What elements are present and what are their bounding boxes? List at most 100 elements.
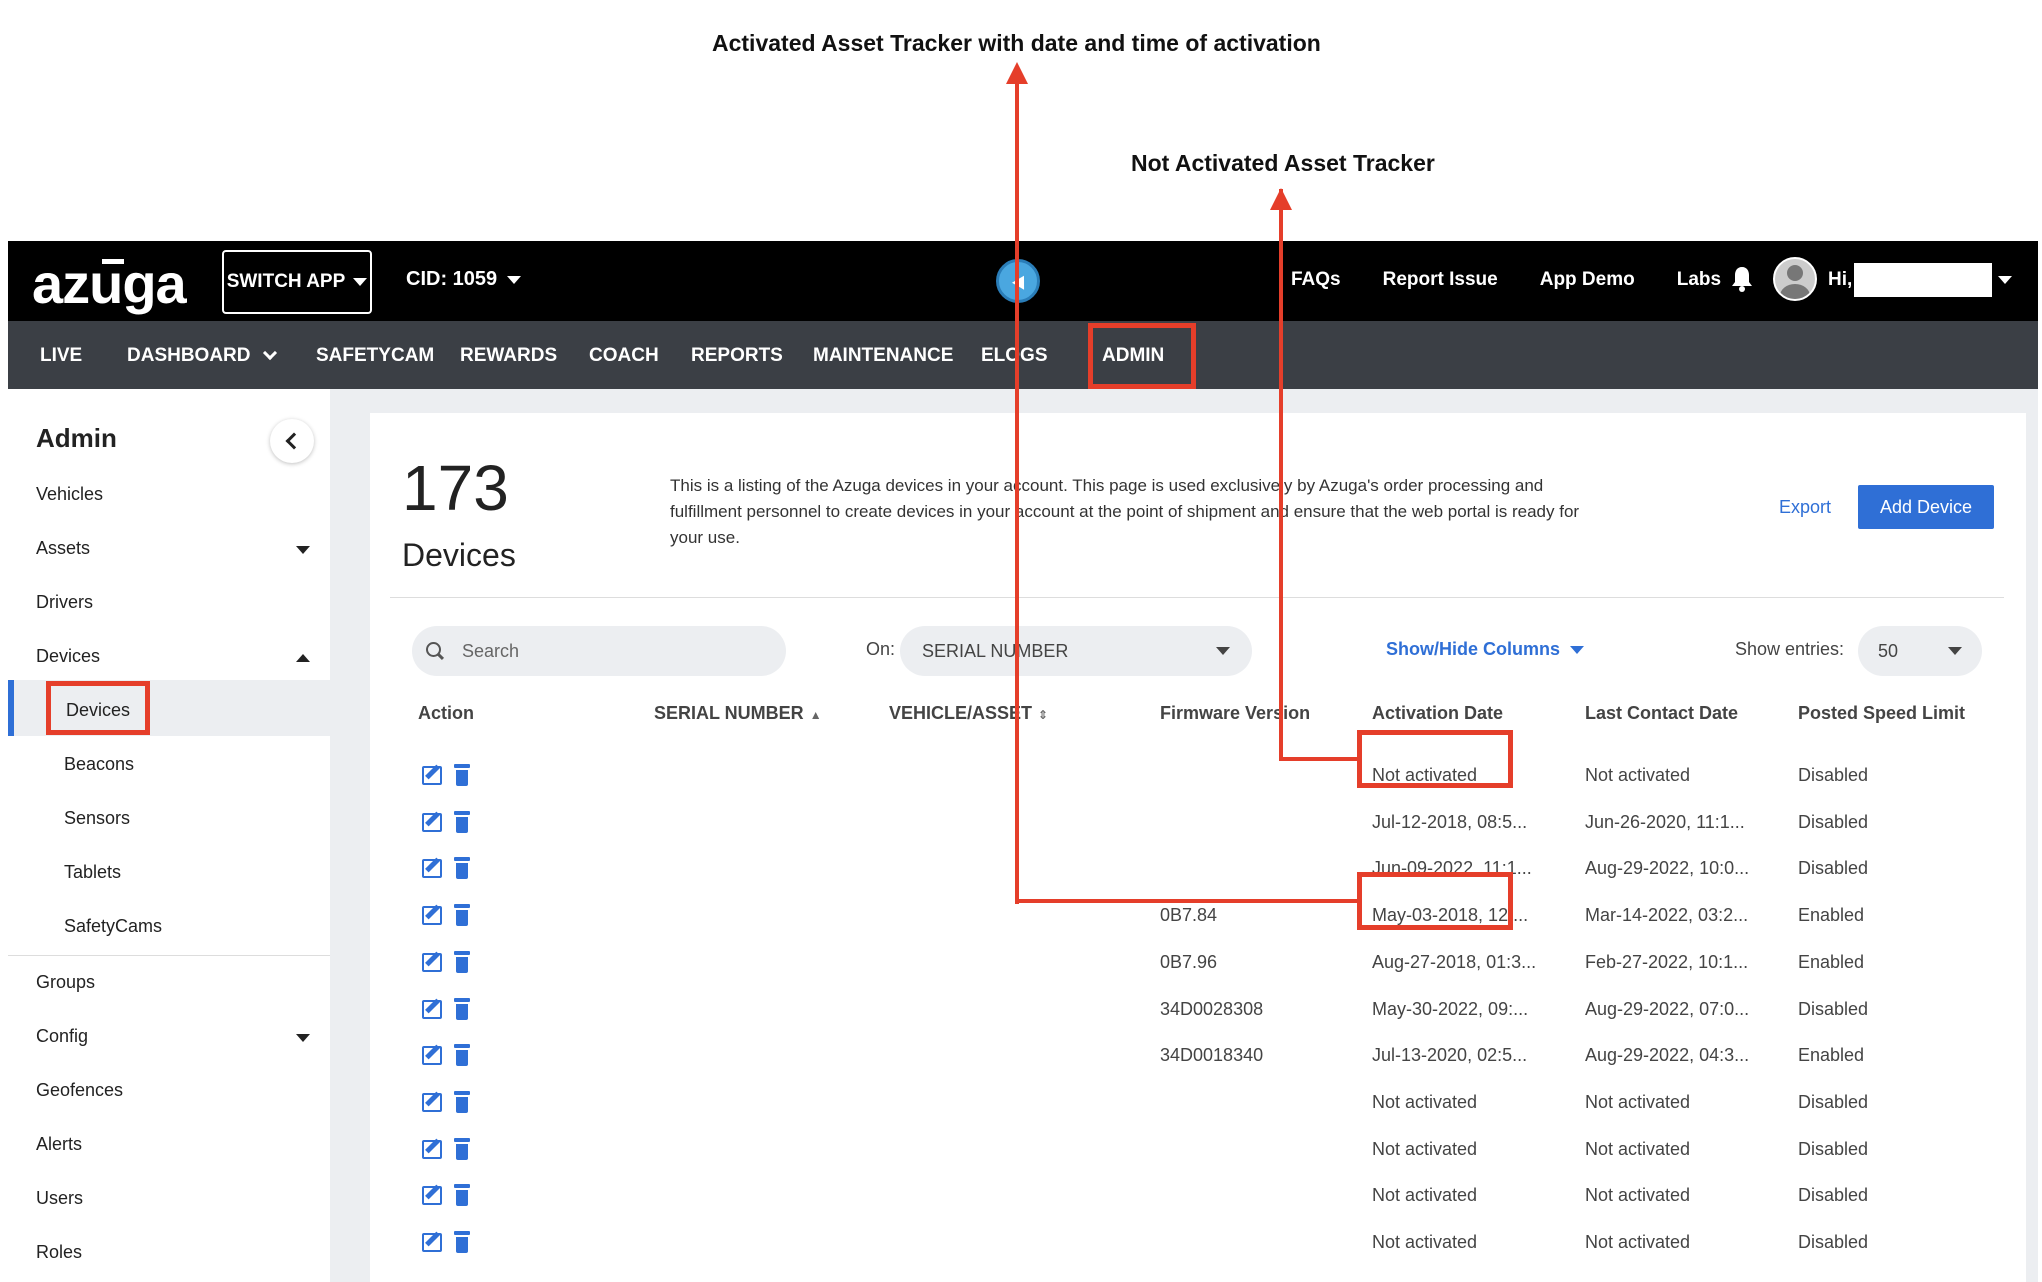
delete-icon[interactable]: [454, 810, 470, 833]
edit-icon[interactable]: [422, 906, 442, 926]
report-issue-link[interactable]: Report Issue: [1383, 269, 1498, 291]
caret-down-icon: [1948, 647, 1962, 655]
edit-icon[interactable]: [422, 859, 442, 879]
faqs-link[interactable]: FAQs: [1291, 269, 1341, 291]
delete-icon[interactable]: [454, 997, 470, 1020]
nav-dashboard[interactable]: DASHBOARD: [127, 345, 277, 367]
labs-link[interactable]: Labs: [1677, 269, 1721, 291]
cell-last-contact-date: Not activated: [1585, 765, 1691, 785]
sidebar-item-vehicles[interactable]: Vehicles: [36, 484, 103, 505]
edit-icon[interactable]: [422, 1092, 442, 1112]
caret-down-icon: [353, 278, 368, 286]
show-hide-columns-button[interactable]: Show/Hide Columns: [1386, 639, 1585, 660]
main-nav: LIVE DASHBOARD SAFETYCAM REWARDS COACH R…: [8, 321, 2038, 389]
delete-icon[interactable]: [454, 1137, 470, 1160]
export-link[interactable]: Export: [1779, 497, 1831, 518]
edit-icon[interactable]: [422, 1139, 442, 1159]
search-field-select[interactable]: SERIAL NUMBER: [900, 626, 1252, 676]
sidebar-item-alerts[interactable]: Alerts: [36, 1134, 82, 1155]
edit-icon[interactable]: [422, 1233, 442, 1252]
cell-last-contact-date: Mar-14-2022, 03:2...: [1585, 905, 1749, 926]
user-menu-caret-icon[interactable]: [1998, 276, 2012, 284]
column-header-firmware-version[interactable]: Firmware Version: [1160, 703, 1310, 724]
sidebar-item-assets[interactable]: Assets: [36, 538, 90, 559]
cid-selector[interactable]: CID: 1059: [406, 268, 522, 291]
edit-icon[interactable]: [422, 1046, 442, 1066]
column-header-activation-date[interactable]: Activation Date: [1372, 703, 1503, 724]
page-description: This is a listing of the Azuga devices i…: [670, 476, 1580, 547]
switch-app-button[interactable]: SWITCH APP: [222, 250, 372, 314]
not-activated-highlight-box: [1357, 730, 1513, 788]
edit-icon[interactable]: [422, 1186, 442, 1206]
cell-firmware-version: 34D0028308: [1160, 998, 1264, 1019]
azuga-logo[interactable]: azuga: [32, 251, 187, 316]
delete-icon[interactable]: [454, 1044, 470, 1067]
sidebar-subitem-beacons[interactable]: Beacons: [64, 754, 134, 775]
chevron-down-icon: [262, 345, 277, 361]
column-header-posted-speed-limit[interactable]: Posted Speed Limit: [1798, 703, 1965, 724]
activated-arrow-head-icon: [1006, 62, 1028, 84]
sidebar-item-geofences[interactable]: Geofences: [36, 1080, 123, 1101]
table-row: Not activated Not activated Disabled: [370, 752, 2026, 799]
column-header-action: Action: [418, 703, 474, 723]
edit-icon[interactable]: [422, 812, 442, 832]
nav-maintenance[interactable]: MAINTENANCE: [813, 345, 953, 367]
column-header-vehicle-asset[interactable]: VEHICLE/ASSET ⇕: [889, 703, 1048, 724]
edit-icon[interactable]: [422, 999, 442, 1019]
sidebar-subitem-sensors[interactable]: Sensors: [64, 808, 130, 829]
nav-safetycam[interactable]: SAFETYCAM: [316, 345, 434, 367]
sidebar-item-users[interactable]: Users: [36, 1188, 83, 1209]
sidebar-item-roles[interactable]: Roles: [36, 1242, 82, 1263]
sidebar-item-config[interactable]: Config: [36, 1026, 88, 1047]
cell-last-contact-date: Not activated: [1585, 1185, 1691, 1206]
table-row: Not activated Not activated Disabled: [370, 1126, 2026, 1173]
delete-icon[interactable]: [454, 764, 470, 786]
nav-live[interactable]: LIVE: [40, 345, 82, 367]
show-entries-label: Show entries:: [1735, 639, 1845, 659]
devices-caret-icon[interactable]: [296, 654, 310, 662]
cell-last-contact-date: Not activated: [1585, 1138, 1691, 1159]
devices-panel: 173 Devices This is a listing of the Azu…: [370, 413, 2026, 1282]
search-box[interactable]: [412, 626, 786, 676]
notification-bell-icon[interactable]: [1731, 265, 1753, 293]
not-activated-arrow-connector: [1279, 757, 1359, 761]
collapse-sidebar-button[interactable]: [270, 419, 314, 463]
sort-asc-icon: ▲: [809, 708, 822, 722]
delete-icon[interactable]: [454, 904, 470, 927]
config-caret-icon[interactable]: [296, 1034, 310, 1042]
admin-sidebar: Admin Vehicles Assets Drivers Devices De…: [8, 389, 330, 1282]
edit-icon[interactable]: [422, 952, 442, 972]
nav-rewards[interactable]: REWARDS: [460, 345, 557, 367]
cell-activation-date: Aug-27-2018, 01:3...: [1372, 951, 1537, 972]
sidebar-item-drivers[interactable]: Drivers: [36, 592, 93, 613]
sidebar-subitem-safetycams[interactable]: SafetyCams: [64, 916, 162, 937]
delete-icon[interactable]: [454, 950, 470, 973]
nav-coach[interactable]: COACH: [589, 345, 659, 367]
delete-icon[interactable]: [454, 1184, 470, 1207]
user-greeting: Hi,: [1828, 269, 1853, 290]
assets-caret-icon[interactable]: [296, 546, 310, 554]
column-header-last-contact-date[interactable]: Last Contact Date: [1585, 703, 1738, 724]
show-entries-select[interactable]: 50: [1858, 626, 1982, 676]
cell-last-contact-date: Not activated: [1585, 1091, 1691, 1112]
caret-down-icon: [1216, 647, 1230, 655]
cell-activation-date: May-30-2022, 09:...: [1372, 998, 1529, 1019]
sidebar-item-devices[interactable]: Devices: [36, 646, 100, 667]
callout-not-activated-label: Not Activated Asset Tracker: [1131, 150, 1435, 176]
sidebar-item-groups[interactable]: Groups: [36, 972, 95, 993]
delete-icon[interactable]: [454, 1231, 470, 1253]
add-device-button[interactable]: Add Device: [1858, 485, 1994, 529]
cell-activation-date: Not activated: [1372, 1185, 1478, 1206]
edit-icon[interactable]: [422, 766, 442, 785]
column-header-serial-number[interactable]: SERIAL NUMBER ▲: [654, 703, 822, 724]
delete-icon[interactable]: [454, 1090, 470, 1113]
header-divider: [390, 597, 2004, 598]
delete-icon[interactable]: [454, 857, 470, 880]
sidebar-subitem-tablets[interactable]: Tablets: [64, 862, 121, 883]
cell-activation-date: Not activated: [1372, 1232, 1478, 1252]
app-demo-link[interactable]: App Demo: [1540, 269, 1635, 291]
callout-activated-label: Activated Asset Tracker with date and ti…: [712, 30, 1321, 56]
search-input[interactable]: [462, 640, 762, 662]
user-avatar[interactable]: [1773, 257, 1817, 301]
nav-reports[interactable]: REPORTS: [691, 345, 783, 367]
